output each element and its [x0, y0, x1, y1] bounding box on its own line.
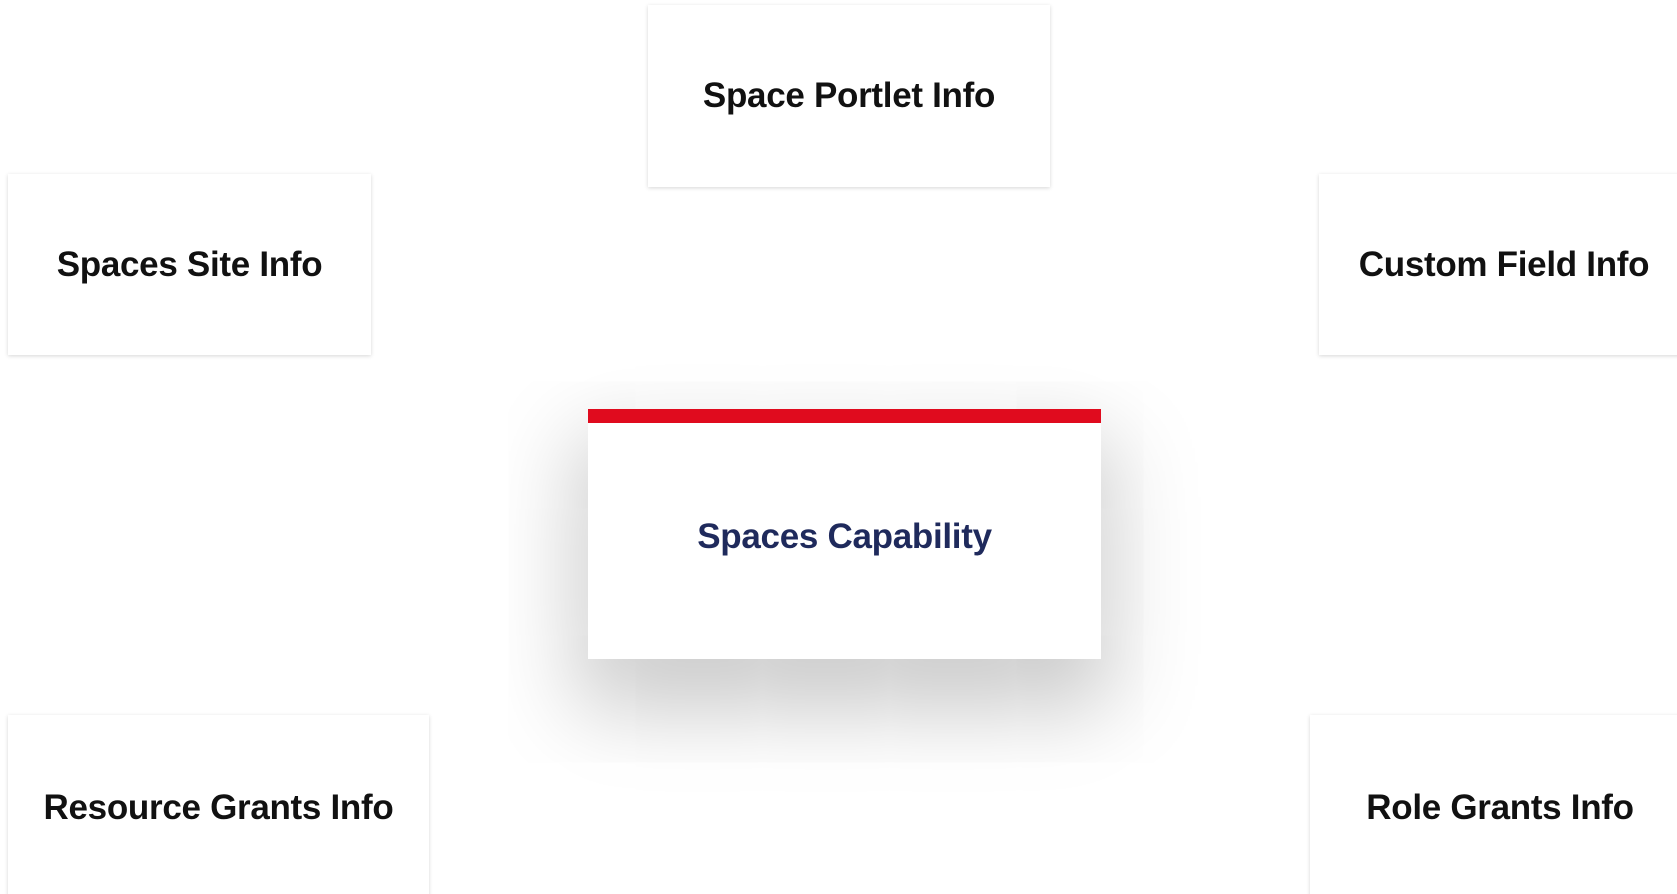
- node-resource-grants-info: Resource Grants Info: [8, 715, 429, 894]
- diagram-canvas: Space Portlet Info Spaces Site Info Cust…: [0, 0, 1677, 894]
- node-label: Spaces Site Info: [56, 244, 323, 284]
- node-label: Space Portlet Info: [702, 76, 996, 115]
- node-label: Role Grants Info: [1366, 788, 1634, 827]
- central-node-body: Spaces Capability: [588, 423, 1101, 659]
- node-role-grants-info: Role Grants Info: [1310, 715, 1677, 894]
- node-spaces-site-info: Spaces Site Info: [8, 174, 371, 355]
- node-custom-field-info: Custom Field Info: [1319, 174, 1677, 355]
- node-label: Resource Grants Info: [43, 788, 394, 827]
- central-node-accent-bar: [588, 409, 1101, 423]
- central-node-label: Spaces Capability: [697, 517, 992, 556]
- node-space-portlet-info: Space Portlet Info: [648, 5, 1050, 187]
- node-label: Custom Field Info: [1358, 244, 1650, 284]
- central-node-spaces-capability: Spaces Capability: [588, 409, 1101, 659]
